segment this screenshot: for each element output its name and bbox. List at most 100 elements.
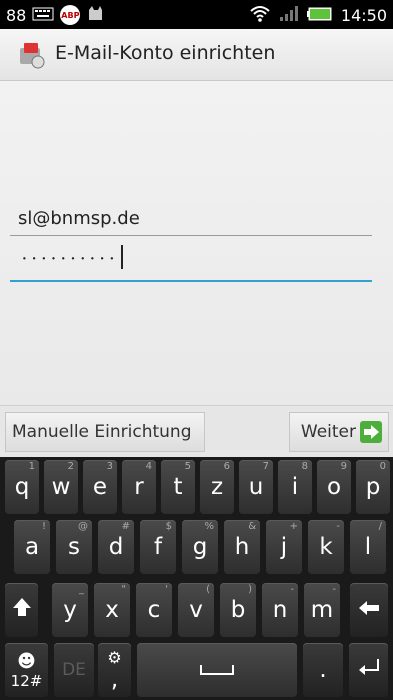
shift-arrow-icon	[12, 596, 32, 624]
key-hint: &	[248, 521, 256, 532]
key-hint: '	[165, 584, 168, 595]
key-label: s	[68, 534, 80, 560]
manual-setup-button[interactable]: Manuelle Einrichtung	[5, 412, 205, 452]
key-c[interactable]: ' c	[136, 583, 172, 637]
key-label: h	[234, 534, 250, 560]
key-hint: 7	[262, 461, 269, 472]
signal-icon	[279, 4, 299, 26]
symbols-key[interactable]: ☻ 12#	[5, 643, 48, 697]
next-label: Weiter	[300, 422, 356, 442]
key-h[interactable]: & h	[224, 520, 260, 574]
key-hint: !	[41, 521, 46, 532]
key-a[interactable]: ! a	[14, 520, 50, 574]
key-hint: 4	[145, 461, 152, 472]
action-bar: E-Mail-Konto einrichten	[0, 29, 393, 81]
bottom-button-bar: Manuelle Einrichtung Weiter	[0, 405, 393, 458]
symbols-key-label: 12#	[10, 671, 43, 690]
key-label: t	[173, 474, 183, 500]
key-hint: )	[248, 584, 252, 595]
key-hint: -	[336, 521, 340, 532]
key-label: g	[192, 534, 208, 560]
key-hint: 0	[379, 461, 386, 472]
key-hint: 9	[340, 461, 347, 472]
key-hint: "	[121, 584, 126, 595]
key-q[interactable]: 1q	[5, 460, 39, 514]
clock: 14:50	[340, 5, 387, 25]
comma-key[interactable]: ⚙ ,	[98, 643, 131, 697]
key-t[interactable]: 5t	[161, 460, 195, 514]
key-hint: 3	[106, 461, 113, 472]
text-cursor	[121, 245, 124, 269]
shift-key[interactable]	[5, 583, 38, 637]
key-label: x	[105, 597, 119, 623]
space-key[interactable]	[137, 643, 297, 697]
account-setup-form: sl@bnmsp.de ••••••••••	[0, 81, 393, 405]
key-label: b	[230, 597, 246, 623]
key-n[interactable]: -n	[262, 583, 298, 637]
key-u[interactable]: 7u	[239, 460, 273, 514]
key-y[interactable]: _ y	[52, 583, 88, 637]
manual-setup-label: Manuelle Einrichtung	[12, 422, 192, 442]
key-k[interactable]: -k	[308, 520, 344, 574]
backspace-icon	[357, 597, 381, 623]
status-left: 88 ABP	[6, 4, 104, 26]
key-hint: @	[78, 521, 88, 532]
wifi-icon	[249, 4, 271, 26]
key-l[interactable]: / l	[350, 520, 386, 574]
key-x[interactable]: " x	[94, 583, 130, 637]
key-hint: 2	[67, 461, 74, 472]
password-field[interactable]: ••••••••••	[10, 245, 372, 282]
email-field[interactable]: sl@bnmsp.de	[10, 199, 372, 236]
key-label: o	[326, 474, 342, 500]
key-g[interactable]: % g	[182, 520, 218, 574]
settings-gear-icon: ⚙	[107, 647, 122, 667]
period-key[interactable]: .	[303, 643, 343, 697]
arrow-right-icon	[360, 421, 382, 443]
status-right: 14:50	[249, 4, 387, 26]
key-o[interactable]: 9o	[317, 460, 351, 514]
key-s[interactable]: @ s	[56, 520, 92, 574]
key-v[interactable]: (v	[178, 583, 214, 637]
key-z[interactable]: 6z	[200, 460, 234, 514]
key-label: v	[189, 597, 203, 623]
status-bar: 88 ABP 14:50	[0, 0, 393, 29]
key-b[interactable]: ) b	[220, 583, 256, 637]
key-hint: /	[378, 521, 382, 532]
key-hint: -	[332, 584, 336, 595]
key-m[interactable]: -m	[304, 583, 340, 637]
key-label: y	[63, 597, 77, 623]
key-label: j	[280, 534, 288, 560]
key-label: e	[92, 474, 108, 500]
key-p[interactable]: 0p	[356, 460, 390, 514]
key-label: u	[248, 474, 264, 500]
key-label: c	[147, 597, 161, 623]
email-app-icon	[16, 40, 46, 70]
key-e[interactable]: 3e	[83, 460, 117, 514]
soft-keyboard: 1q2w3e4r5t6z7u8i9o0p ! a @ s # d $ f% g & h + j - k / l …	[0, 457, 393, 700]
key-hint: #	[121, 521, 130, 532]
cat-icon	[86, 4, 104, 26]
key-hint: 5	[184, 461, 191, 472]
key-w[interactable]: 2w	[44, 460, 78, 514]
next-button[interactable]: Weiter	[289, 412, 389, 452]
key-j[interactable]: + j	[266, 520, 302, 574]
keyboard-icon	[32, 6, 54, 25]
emoji-icon: ☻	[17, 650, 36, 672]
enter-key[interactable]	[349, 643, 388, 697]
key-label: p	[365, 474, 381, 500]
language-key-label: DE	[62, 660, 86, 680]
password-field-value: ••••••••••	[22, 245, 124, 271]
key-r[interactable]: 4r	[122, 460, 156, 514]
email-field-value: sl@bnmsp.de	[18, 208, 140, 229]
password-dots: ••••••••••	[22, 254, 120, 264]
language-key[interactable]: DE	[54, 643, 94, 697]
key-hint: _	[79, 584, 84, 595]
key-i[interactable]: 8i	[278, 460, 312, 514]
notification-count: 88	[6, 5, 27, 25]
enter-icon	[357, 657, 381, 683]
key-hint: %	[204, 521, 214, 532]
key-f[interactable]: $ f	[140, 520, 176, 574]
backspace-key[interactable]	[350, 583, 388, 637]
key-hint: 6	[223, 461, 230, 472]
key-d[interactable]: # d	[98, 520, 134, 574]
